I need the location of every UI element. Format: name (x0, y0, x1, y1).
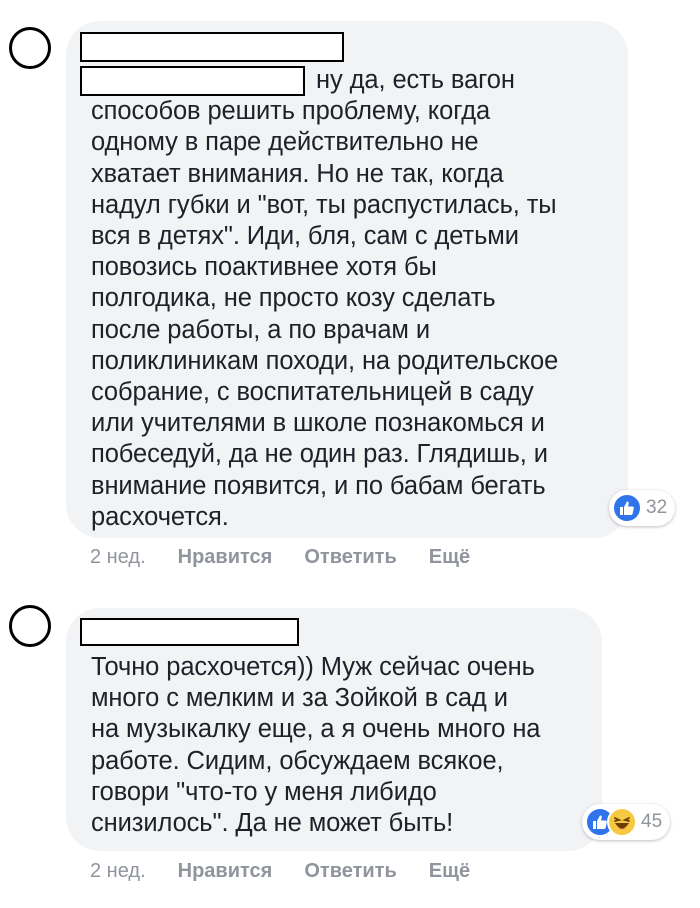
reactions-summary[interactable]: 45 (582, 804, 671, 840)
comment-text-body: способов решить проблему, когда одному в… (91, 97, 559, 531)
avatar[interactable] (9, 605, 51, 647)
like-button[interactable]: Нравится (178, 860, 273, 883)
like-icon (612, 493, 642, 523)
comment-actions: 2 нед. Нравится Ответить Ещё (90, 546, 502, 569)
laughing-face-icon (614, 817, 630, 830)
comment-bubble: ну да, есть вагон способов решить пробле… (66, 21, 628, 538)
timestamp[interactable]: 2 нед. (90, 546, 146, 569)
reply-button[interactable]: Ответить (304, 860, 396, 883)
redacted-author-name[interactable] (80, 32, 344, 62)
reaction-count: 32 (646, 497, 668, 518)
comment-actions: 2 нед. Нравится Ответить Ещё (90, 860, 502, 883)
comment-text: ну да, есть вагон способов решить пробле… (91, 65, 558, 533)
timestamp[interactable]: 2 нед. (90, 860, 146, 883)
comment-text-first-line: ну да, есть вагон (316, 66, 515, 94)
haha-icon (607, 807, 637, 837)
thumbs-up-icon (620, 501, 634, 515)
reactions-summary[interactable]: 32 (609, 490, 676, 526)
comment-bubble: Точно расхочется)) Муж сейчас очень мног… (66, 608, 602, 851)
like-button[interactable]: Нравится (178, 546, 273, 569)
reaction-count: 45 (641, 811, 663, 832)
more-button[interactable]: Ещё (429, 546, 470, 569)
comment-text: Точно расхочется)) Муж сейчас очень мног… (91, 653, 541, 838)
thumbs-up-icon (593, 815, 607, 829)
redacted-author-name[interactable] (80, 618, 299, 646)
more-button[interactable]: Ещё (429, 860, 470, 883)
reply-button[interactable]: Ответить (304, 546, 396, 569)
avatar[interactable] (9, 27, 51, 69)
